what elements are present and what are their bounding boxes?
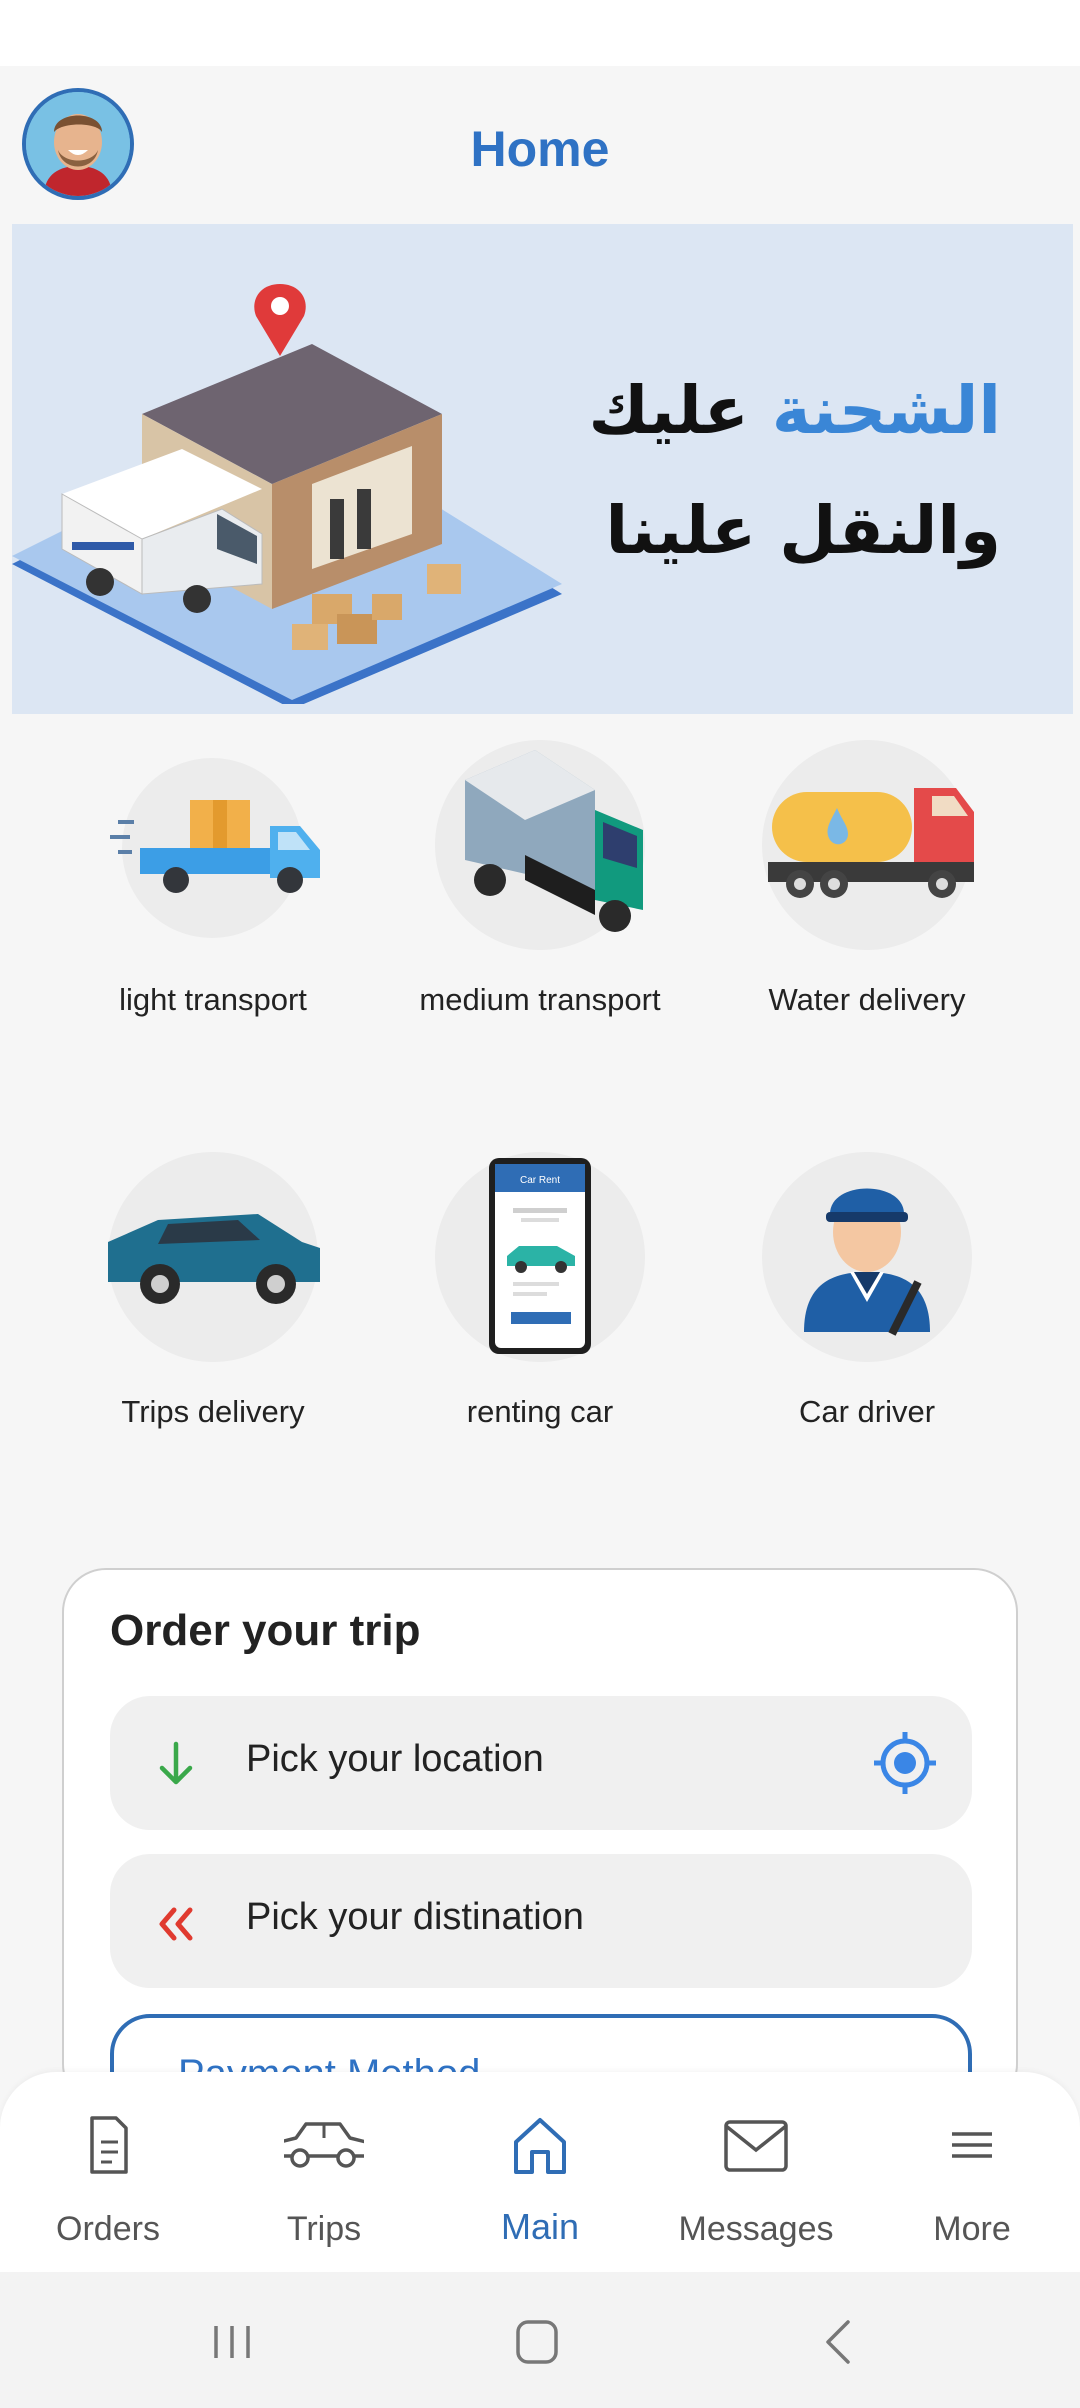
mail-icon [724,2120,788,2172]
nav-messages[interactable]: Messages [648,2072,864,2272]
driver-icon [804,1188,930,1336]
order-card-title: Order your trip [110,1606,421,1655]
menu-icon [952,2132,992,2158]
service-label: light transport [119,982,307,1017]
home-icon [514,2118,566,2174]
page-title: Home [470,121,610,177]
phone-car-rent-icon: Car Rent [489,1158,591,1354]
nav-label: Trips [286,2210,362,2248]
destination-field[interactable]: Pick your distination [110,1854,972,1988]
nav-more[interactable]: More [864,2072,1080,2272]
nav-label: Messages [678,2210,834,2248]
nav-label: Main [500,2206,580,2247]
status-bar [0,0,1080,66]
service-label: renting car [466,1394,614,1429]
my-location-icon[interactable] [872,1730,938,1796]
suv-car-icon [108,1214,320,1304]
back-button-icon[interactable] [798,2312,878,2372]
phone-screen-title: Car Rent [520,1175,560,1186]
nav-main[interactable]: Main [432,2072,648,2272]
pickup-location-field[interactable]: Pick your location [110,1696,972,1830]
service-label: Water delivery [768,982,966,1017]
recent-apps-icon[interactable] [192,2312,272,2372]
system-navigation-bar [0,2272,1080,2408]
nav-trips[interactable]: Trips [216,2072,432,2272]
pickup-location-text: Pick your location [246,1738,544,1780]
destination-text: Pick your distination [246,1896,584,1938]
water-tanker-icon [768,788,974,898]
top-app-bar: Home [0,66,1080,226]
service-label: Car driver [798,1394,936,1429]
banner-headline-accent: الشحنة [771,372,1001,449]
arrow-down-icon [159,1741,193,1785]
banner-headline-line1: الشحنة عليك [588,372,1001,449]
banner-headline-line2: والنقل علينا [605,492,1001,569]
bottom-navigation: Orders Trips Main Messages More [0,2072,1080,2272]
warehouse-illustration-icon [12,284,562,704]
nav-label: Orders [56,2210,160,2248]
home-button-icon[interactable] [496,2312,576,2372]
promo-banner[interactable]: الشحنة عليك والنقل علينا [12,224,1073,714]
light-truck-icon [110,800,320,893]
car-icon [284,2122,364,2168]
nav-orders[interactable]: Orders [0,2072,216,2272]
service-label: medium transport [419,982,661,1017]
order-trip-card: Order your trip Pick your location Pick … [62,1568,1018,2134]
service-label: Trips delivery [121,1394,305,1429]
double-chevron-left-icon [159,1907,193,1941]
nav-label: More [933,2210,1011,2248]
document-icon [90,2116,128,2174]
medium-truck-icon [465,750,643,932]
banner-headline-rest: عليك [588,372,749,449]
